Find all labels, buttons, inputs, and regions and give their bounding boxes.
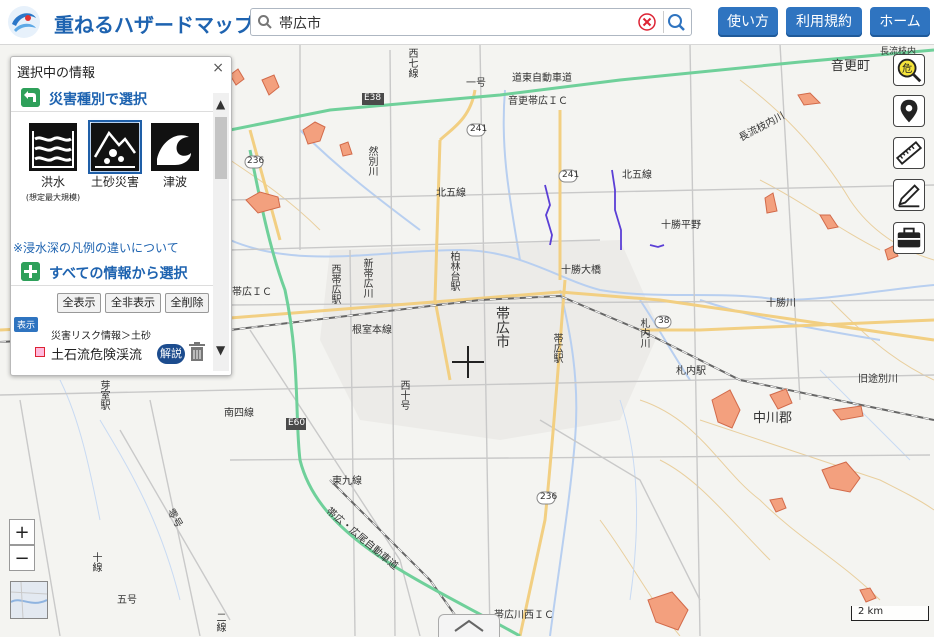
panel-scrollbar[interactable]: ▲ ▼ (213, 93, 229, 371)
map-label: 236 (540, 492, 558, 502)
map-label: 二線 (214, 612, 225, 632)
scale-bar: 2 km (851, 606, 929, 621)
usage-button[interactable]: 使い方 (718, 7, 778, 37)
risk-layer-name: 土石流危険渓流 (51, 348, 143, 363)
map-label: 38 (658, 316, 670, 326)
display-toggle[interactable]: 表示 (14, 317, 39, 332)
risk-category-path: 災害リスク情報＞土砂 (51, 331, 151, 342)
home-button[interactable]: ホーム (870, 7, 930, 37)
search-input[interactable] (277, 12, 636, 34)
scroll-thumb[interactable] (215, 117, 227, 179)
map-label: 東九線 (332, 476, 362, 487)
section-by-type[interactable]: 災害種別で選択 (11, 85, 213, 112)
map-label: 音更帯広ＩＣ (508, 96, 568, 107)
scale-label: 2 km (858, 606, 884, 617)
tsunami-label: 津波 (162, 175, 187, 189)
selected-info-panel: 選択中の情報 × 災害種別で選択 洪水 (想定最大規模) 土砂災害 津波 ※浸水… (10, 56, 232, 376)
section-all-info[interactable]: すべての情報から選択 (11, 259, 213, 286)
hazard-icon[interactable]: 危 (893, 54, 925, 86)
search-button[interactable] (663, 11, 688, 33)
map-label: 新帯広川 (361, 258, 372, 298)
trash-icon[interactable] (189, 342, 205, 362)
map-label: 西七線 (406, 48, 417, 78)
map-label: 帯広ＩＣ (232, 287, 272, 298)
logo-icon[interactable] (6, 4, 42, 40)
scroll-down-icon[interactable]: ▼ (216, 343, 225, 357)
section-by-type-label: 災害種別で選択 (49, 92, 147, 108)
map-label: 音更町 (831, 59, 871, 74)
map-label: 札内川 (638, 318, 649, 348)
landslide-label: 土砂災害 (90, 175, 139, 189)
app-title[interactable]: 重ねるハザードマップ (54, 9, 254, 38)
map-label: E38 (364, 93, 382, 103)
clear-search-icon[interactable] (637, 12, 657, 32)
map-label: 241 (470, 124, 488, 134)
delete-all-button[interactable]: 全削除 (165, 293, 209, 313)
ruler-icon[interactable] (893, 137, 925, 169)
flood-label: 洪水 (40, 175, 65, 189)
flood-note: (想定最大規模) (25, 193, 81, 202)
plus-icon (21, 262, 40, 281)
basemap-switcher[interactable] (10, 581, 48, 619)
back-arrow-icon (21, 88, 40, 107)
panel-title: 選択中の情報 (17, 66, 96, 81)
terms-button[interactable]: 利用規約 (786, 7, 862, 37)
map-label: 然別川 (366, 146, 377, 176)
show-all-button[interactable]: 全表示 (57, 293, 101, 313)
zoom-in-button[interactable]: + (9, 519, 35, 545)
map-label: 道東自動車道 (512, 73, 572, 84)
toolbox-icon[interactable] (893, 222, 925, 254)
close-icon[interactable]: × (212, 60, 224, 76)
search-box (250, 8, 692, 36)
location-pin-icon[interactable] (893, 95, 925, 127)
map-label: 241 (562, 170, 580, 180)
map-label: 五号 (117, 595, 137, 606)
map-label: 柏林台駅 (448, 251, 459, 291)
hide-all-button[interactable]: 全非表示 (105, 293, 161, 313)
map-label: 根室本線 (352, 325, 392, 336)
section-all-info-label: すべての情報から選択 (49, 266, 188, 282)
map-label: 236 (247, 156, 265, 166)
tsunami-icon[interactable] (151, 123, 199, 171)
chevron-up-icon[interactable] (438, 614, 500, 637)
svg-text:危: 危 (902, 63, 912, 75)
legend-swatch (35, 347, 45, 357)
map-label: 札内駅 (676, 366, 706, 377)
map-label: 北五線 (622, 170, 652, 181)
map-label: 一号 (466, 78, 486, 89)
zoom-out-button[interactable]: − (9, 545, 35, 571)
flood-icon[interactable] (29, 123, 77, 171)
map-label: E60 (288, 418, 306, 428)
map-label: 西十号 (398, 380, 409, 410)
app-header: 重ねるハザードマップ 使い方 利用規約 ホーム (0, 0, 934, 45)
search-icon (258, 15, 272, 29)
map-label: 帯広市 (494, 306, 510, 348)
map-label: 中川郡 (753, 411, 793, 426)
map-label: 十勝大橋 (561, 265, 601, 276)
map-label: 南四線 (224, 408, 254, 419)
map-label: 芽室駅 (98, 380, 109, 410)
map-label: 旧途別川 (858, 374, 898, 385)
explain-button[interactable]: 解説 (157, 344, 185, 364)
legend-difference-link[interactable]: ※浸水深の凡例の違いについて (13, 239, 179, 256)
landslide-icon[interactable] (88, 120, 142, 174)
map-label: 十勝平野 (661, 220, 701, 231)
map-label: 北五線 (436, 188, 466, 199)
map-label: 西帯広駅 (329, 264, 340, 304)
map-label: 十勝川 (766, 298, 796, 309)
map-label: 十線 (90, 552, 101, 572)
map-label: 帯広川西ＩＣ (494, 610, 554, 621)
map-label: 帯広駅 (551, 333, 562, 363)
pencil-icon[interactable] (893, 179, 925, 211)
scroll-up-icon[interactable]: ▲ (216, 97, 225, 111)
